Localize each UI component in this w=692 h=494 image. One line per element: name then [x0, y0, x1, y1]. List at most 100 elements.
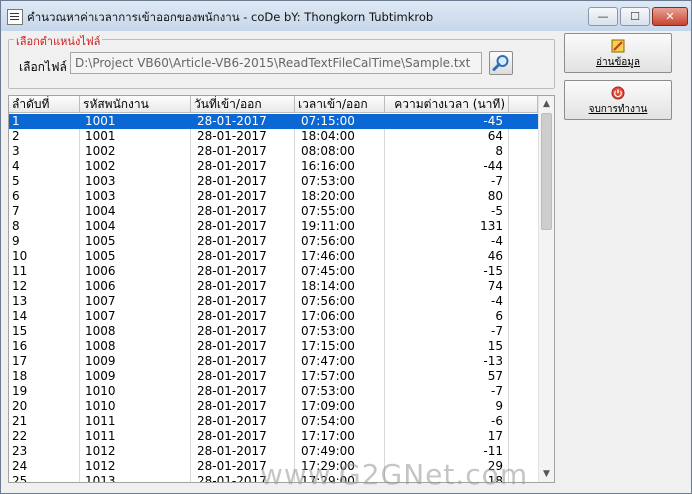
search-icon [492, 55, 509, 71]
app-icon [7, 9, 23, 25]
table-row[interactable]: 19 1010 28-01-2017 07:53:00 -7 [9, 384, 538, 399]
table-row[interactable]: 10 1005 28-01-2017 17:46:00 46 [9, 249, 538, 264]
scroll-up-arrow[interactable]: ▲ [539, 96, 554, 112]
cell-seq: 22 [12, 429, 28, 443]
cell-time-diff: -6 [491, 414, 503, 428]
scroll-thumb[interactable] [541, 113, 552, 230]
cell-date: 28-01-2017 [197, 384, 267, 398]
cell-date: 28-01-2017 [197, 144, 267, 158]
exit-label: จบการทำงาน [588, 104, 648, 115]
data-grid[interactable]: ลำดับที่ รหัสพนักงาน วันที่เข้า/ออก เวลา… [8, 95, 555, 483]
cell-date: 28-01-2017 [197, 159, 267, 173]
cell-time-diff: -4 [491, 234, 503, 248]
cell-date: 28-01-2017 [197, 309, 267, 323]
cell-seq: 24 [12, 459, 28, 473]
file-label: เลือกไฟล์ [19, 60, 67, 74]
table-row[interactable]: 17 1009 28-01-2017 07:47:00 -13 [9, 354, 538, 369]
cell-time-diff: -4 [491, 294, 503, 308]
table-row[interactable]: 16 1008 28-01-2017 17:15:00 15 [9, 339, 538, 354]
table-row[interactable]: 22 1011 28-01-2017 17:17:00 17 [9, 429, 538, 444]
cell-seq: 14 [12, 309, 28, 323]
cell-time-diff: -13 [483, 354, 503, 368]
table-row[interactable]: 20 1010 28-01-2017 17:09:00 9 [9, 399, 538, 414]
exit-button[interactable]: จบการทำงาน [564, 80, 672, 120]
cell-date: 28-01-2017 [197, 204, 267, 218]
cell-time: 17:46:00 [301, 249, 355, 263]
cell-date: 28-01-2017 [197, 114, 267, 128]
column-header-seq[interactable]: ลำดับที่ [9, 96, 80, 113]
cell-time: 07:56:00 [301, 234, 355, 248]
table-row[interactable]: 4 1002 28-01-2017 16:16:00 -44 [9, 159, 538, 174]
table-row[interactable]: 21 1011 28-01-2017 07:54:00 -6 [9, 414, 538, 429]
read-data-label: อ่านข้อมูล [595, 57, 641, 68]
table-row[interactable]: 9 1005 28-01-2017 07:56:00 -4 [9, 234, 538, 249]
cell-time: 07:45:00 [301, 264, 355, 278]
table-row[interactable]: 23 1012 28-01-2017 07:49:00 -11 [9, 444, 538, 459]
cell-seq: 13 [12, 294, 28, 308]
cell-time-diff: -45 [483, 114, 503, 128]
cell-seq: 19 [12, 384, 28, 398]
read-data-button[interactable]: อ่านข้อมูล [564, 33, 672, 73]
cell-time-diff: -11 [483, 444, 503, 458]
cell-employee-id: 1005 [85, 249, 116, 263]
cell-time-diff: 131 [480, 219, 503, 233]
cell-time-diff: 15 [487, 339, 503, 353]
cell-employee-id: 1010 [85, 399, 116, 413]
column-header-employee-id[interactable]: รหัสพนักงาน [80, 96, 191, 113]
table-row[interactable]: 15 1008 28-01-2017 07:53:00 -7 [9, 324, 538, 339]
cell-seq: 9 [12, 234, 20, 248]
cell-employee-id: 1004 [85, 204, 116, 218]
table-row[interactable]: 6 1003 28-01-2017 18:20:00 80 [9, 189, 538, 204]
cell-time-diff: -7 [491, 324, 503, 338]
cell-seq: 25 [12, 474, 28, 483]
cell-employee-id: 1011 [85, 429, 116, 443]
table-row[interactable]: 13 1007 28-01-2017 07:56:00 -4 [9, 294, 538, 309]
cell-date: 28-01-2017 [197, 219, 267, 233]
cell-time: 07:56:00 [301, 294, 355, 308]
cell-employee-id: 1010 [85, 384, 116, 398]
table-row[interactable]: 2 1001 28-01-2017 18:04:00 64 [9, 129, 538, 144]
cell-date: 28-01-2017 [197, 294, 267, 308]
title-bar[interactable]: คำนวณหาค่าเวลาการเข้าออกของพนักงาน - coD… [1, 1, 691, 31]
vertical-scrollbar[interactable]: ▲ ▼ [538, 96, 554, 482]
cell-employee-id: 1002 [85, 144, 116, 158]
cell-time-diff: -15 [483, 264, 503, 278]
table-row[interactable]: 3 1002 28-01-2017 08:08:00 8 [9, 144, 538, 159]
browse-button[interactable] [489, 51, 513, 75]
cell-employee-id: 1004 [85, 219, 116, 233]
table-row[interactable]: 1 1001 28-01-2017 07:15:00 -45 [9, 114, 538, 129]
cell-time-diff: 17 [487, 429, 503, 443]
cell-seq: 18 [12, 369, 28, 383]
scroll-down-arrow[interactable]: ▼ [539, 466, 554, 482]
cell-time-diff: 6 [495, 309, 503, 323]
table-row[interactable]: 18 1009 28-01-2017 17:57:00 57 [9, 369, 538, 384]
cell-time-diff: -7 [491, 384, 503, 398]
cell-date: 28-01-2017 [197, 354, 267, 368]
table-row[interactable]: 11 1006 28-01-2017 07:45:00 -15 [9, 264, 538, 279]
cell-time-diff: 80 [487, 189, 503, 203]
cell-employee-id: 1012 [85, 444, 116, 458]
table-row[interactable]: 8 1004 28-01-2017 19:11:00 131 [9, 219, 538, 234]
cell-time: 16:16:00 [301, 159, 355, 173]
column-header-time[interactable]: เวลาเข้า/ออก [295, 96, 385, 113]
cell-date: 28-01-2017 [197, 399, 267, 413]
cell-employee-id: 1006 [85, 279, 116, 293]
cell-date: 28-01-2017 [197, 249, 267, 263]
cell-time-diff: 46 [487, 249, 503, 263]
column-header-time-diff[interactable]: ความต่างเวลา (นาที) [385, 96, 509, 113]
cell-time-diff: -5 [491, 204, 503, 218]
cell-time: 18:14:00 [301, 279, 355, 293]
table-row[interactable]: 7 1004 28-01-2017 07:55:00 -5 [9, 204, 538, 219]
file-groupbox: เลือกตำแหน่งไฟล์ เลือกไฟล์ [8, 32, 555, 89]
maximize-button[interactable]: ☐ [620, 7, 650, 26]
table-row[interactable]: 14 1007 28-01-2017 17:06:00 6 [9, 309, 538, 324]
column-header-date[interactable]: วันที่เข้า/ออก [191, 96, 295, 113]
table-row[interactable]: 5 1003 28-01-2017 07:53:00 -7 [9, 174, 538, 189]
cell-seq: 15 [12, 324, 28, 338]
file-path-input[interactable] [70, 52, 482, 74]
close-button[interactable]: ✕ [652, 7, 688, 26]
cell-seq: 8 [12, 219, 20, 233]
table-row[interactable]: 12 1006 28-01-2017 18:14:00 74 [9, 279, 538, 294]
minimize-button[interactable]: — [588, 7, 618, 26]
cell-time: 08:08:00 [301, 144, 355, 158]
